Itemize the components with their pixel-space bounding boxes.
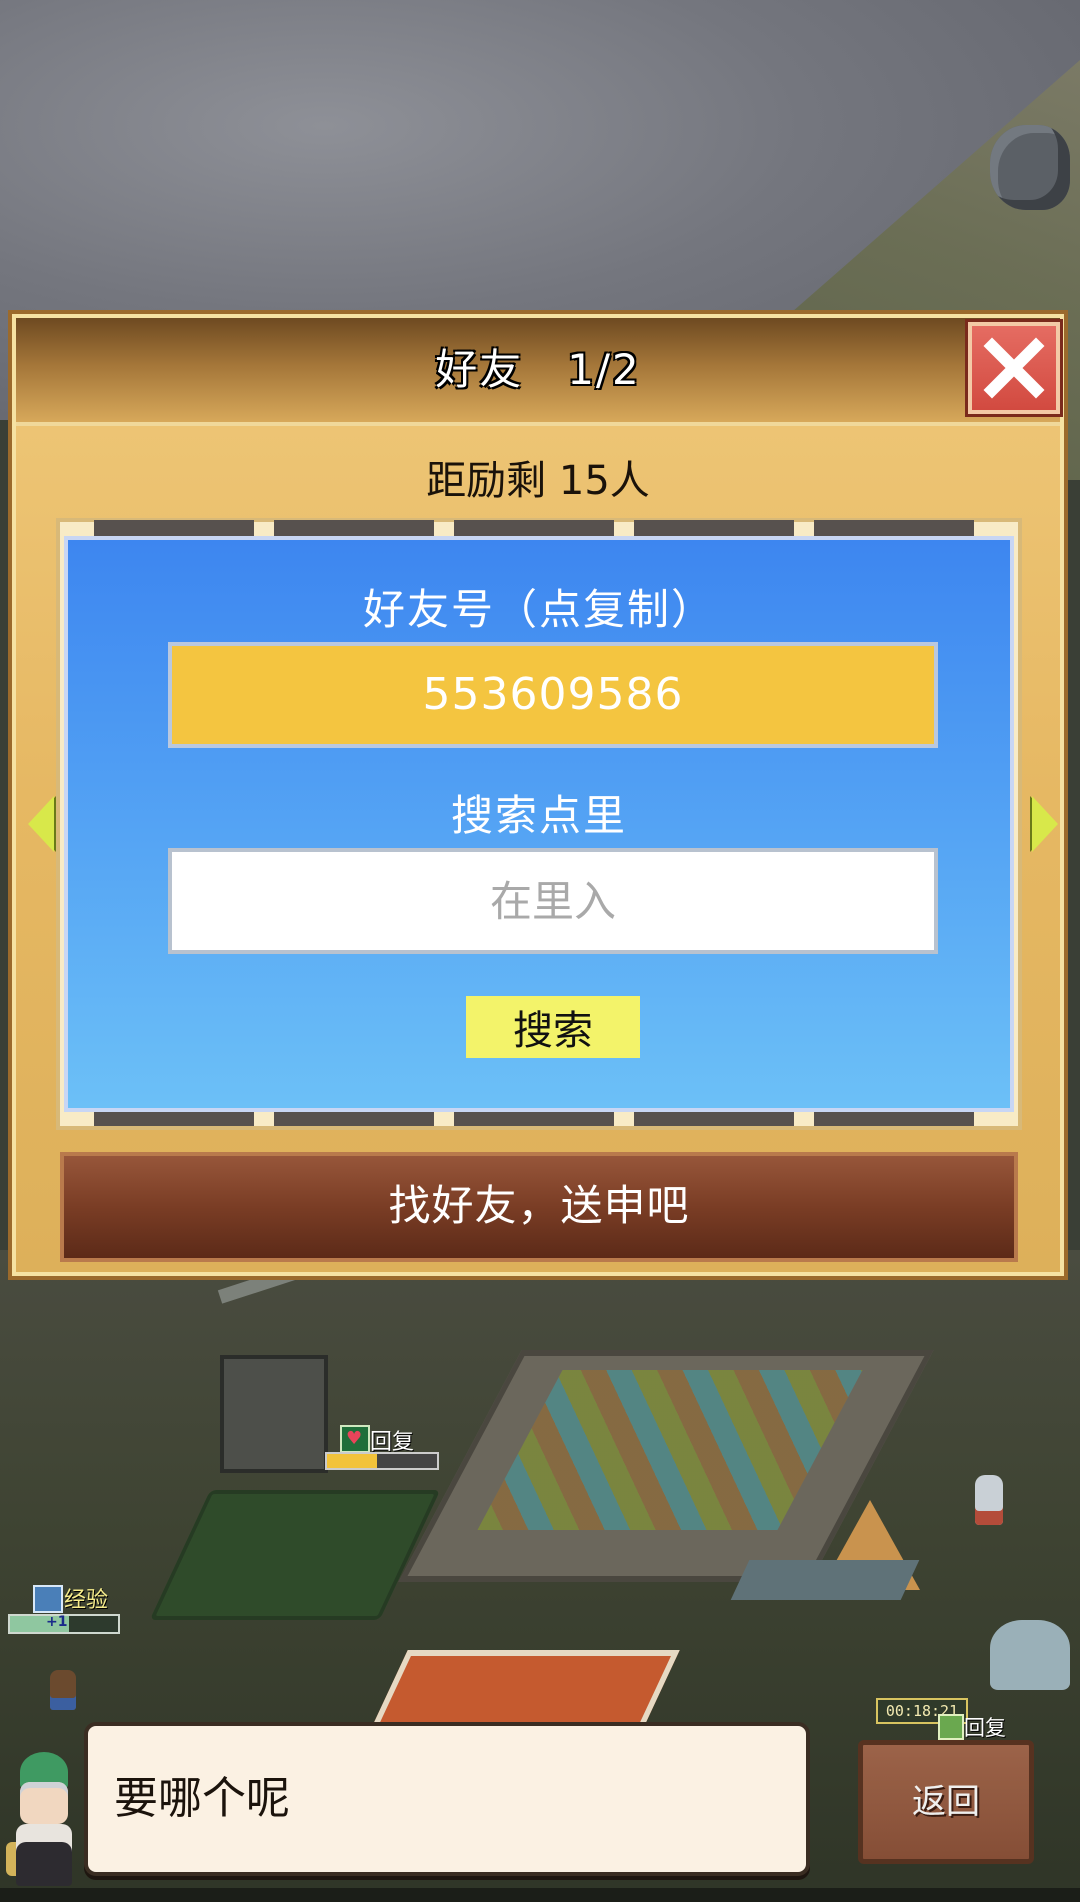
search-button[interactable]: 搜索 — [466, 996, 640, 1058]
close-icon — [983, 337, 1045, 399]
slot-top — [634, 520, 794, 536]
search-label: 搜索点里 — [450, 791, 627, 840]
fountain[interactable] — [990, 1620, 1070, 1690]
reward-remaining-text: 距励剩 15人 — [426, 458, 650, 504]
arrow-right-icon[interactable] — [1032, 796, 1058, 852]
village-gate[interactable] — [220, 1355, 328, 1473]
boulder — [990, 125, 1070, 210]
exp-label: 经验 — [64, 1588, 109, 1613]
dialog-title-bar: 好友 1/2 — [16, 318, 1060, 426]
friend-search-input[interactable] — [168, 848, 938, 954]
assistant-body — [16, 1824, 72, 1886]
slot-top — [274, 520, 434, 536]
villager-character[interactable] — [50, 1670, 76, 1710]
dialog-title: 好友 1/2 — [435, 345, 641, 394]
assistant-face — [20, 1782, 68, 1824]
friend-id-copy-field[interactable]: 553609586 — [168, 642, 938, 748]
invite-friends-button[interactable]: 找好友，送申吧 — [60, 1152, 1018, 1262]
bottom-strip — [0, 1888, 1080, 1902]
friend-search-panel: 好友号（点复制） 553609586 搜索点里 搜索 — [64, 536, 1014, 1112]
market-canopy[interactable] — [730, 1560, 920, 1600]
slot-top — [454, 520, 614, 536]
exp-progress-bar: +1 — [8, 1614, 120, 1634]
message-text: 要哪个呢 — [114, 1773, 290, 1824]
return-button[interactable]: 返回 — [858, 1740, 1034, 1864]
message-box: 要哪个呢 — [88, 1726, 806, 1872]
shovel-icon — [33, 1585, 63, 1613]
hp-progress-fill — [327, 1454, 377, 1468]
return-label: 返回 — [912, 1782, 980, 1822]
knight-character[interactable] — [975, 1475, 1003, 1525]
heart-icon: ♥ — [340, 1425, 370, 1453]
friend-dialog: 好友 1/2 距励剩 15人 好友号（点复制） 553609586 搜索点里 搜… — [12, 314, 1064, 1276]
assistant-avatar — [6, 1752, 86, 1892]
slot-top — [814, 520, 974, 536]
friend-id-label: 好友号（点复制） — [362, 585, 715, 634]
slot-top — [94, 520, 254, 536]
return-mini-label: 回复 — [964, 1716, 1006, 1740]
close-button[interactable] — [968, 322, 1060, 414]
exp-badge: +1 — [46, 1614, 68, 1630]
return-mini-icon — [938, 1714, 964, 1740]
hp-progress-bar — [325, 1452, 439, 1470]
friend-card-frame: 好友号（点复制） 553609586 搜索点里 搜索 — [56, 518, 1022, 1130]
arrow-left-icon[interactable] — [28, 796, 54, 852]
